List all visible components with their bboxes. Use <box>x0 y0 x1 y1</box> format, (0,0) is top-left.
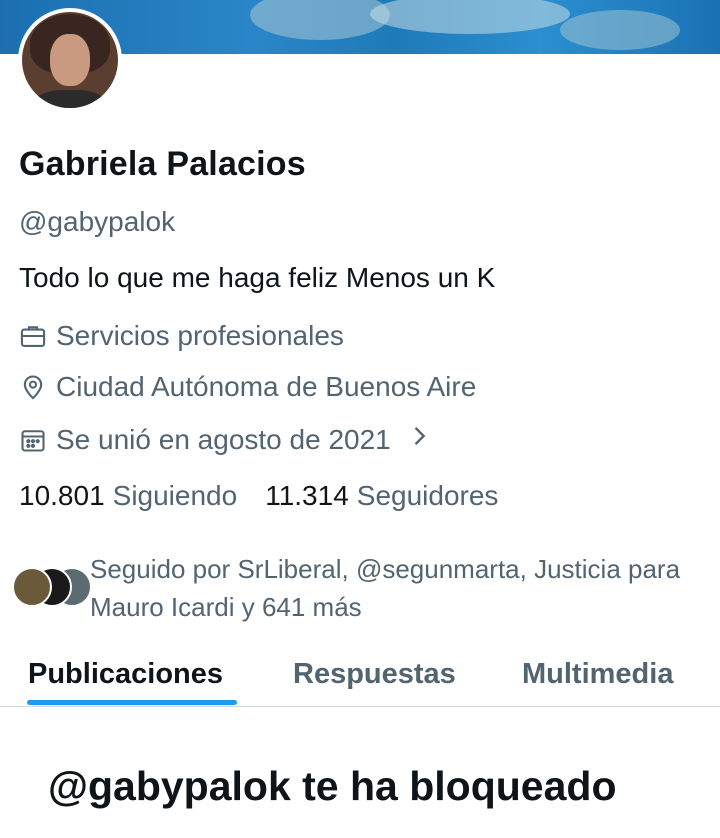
profile-bio: Todo lo que me haga feliz Menos un K <box>19 262 496 293</box>
followers-label: Seguidores <box>356 480 499 511</box>
following-label: Siguiendo <box>112 480 238 511</box>
followers-link[interactable]: 11.314 Seguidores <box>265 480 498 512</box>
tab-respuestas[interactable]: Respuestas <box>293 658 456 691</box>
blocked-heading: @gabypalok te ha bloqueado <box>48 763 617 809</box>
chevron-right-icon[interactable] <box>405 422 442 457</box>
profile-joined[interactable]: Se unió en agosto de 2021 <box>19 422 442 457</box>
briefcase-icon <box>20 326 46 347</box>
followers-count: 11.314 <box>265 480 349 511</box>
joined-label: Se unió en agosto de 2021 <box>56 423 391 455</box>
avatar-photo <box>22 12 118 108</box>
category-label: Servicios profesionales <box>56 320 344 351</box>
following-count: 10.801 <box>19 480 105 511</box>
profile-location: Ciudad Autónoma de Buenos Aire <box>19 371 476 403</box>
profile-tabs: Publicaciones Respuestas Multimedia <box>0 650 720 707</box>
location-label: Ciudad Autónoma de Buenos Aire <box>56 371 477 402</box>
profile-category: Servicios profesionales <box>19 320 344 352</box>
follow-counts: 10.801 Siguiendo 11.314 Seguidores <box>19 480 526 512</box>
location-pin-icon <box>23 375 43 400</box>
active-tab-indicator <box>27 700 237 705</box>
tab-multimedia[interactable]: Multimedia <box>522 658 673 691</box>
tab-publicaciones[interactable]: Publicaciones <box>28 658 223 691</box>
profile-name: Gabriela Palacios <box>19 145 306 183</box>
profile-avatar[interactable] <box>18 8 122 112</box>
follower-avatar <box>12 567 52 607</box>
profile-handle: @gabypalok <box>19 206 176 237</box>
following-link[interactable]: 10.801 Siguiendo <box>19 480 237 512</box>
calendar-icon <box>21 429 45 452</box>
followed-by-text[interactable]: Seguido por SrLiberal, @segunmarta, Just… <box>90 550 700 626</box>
